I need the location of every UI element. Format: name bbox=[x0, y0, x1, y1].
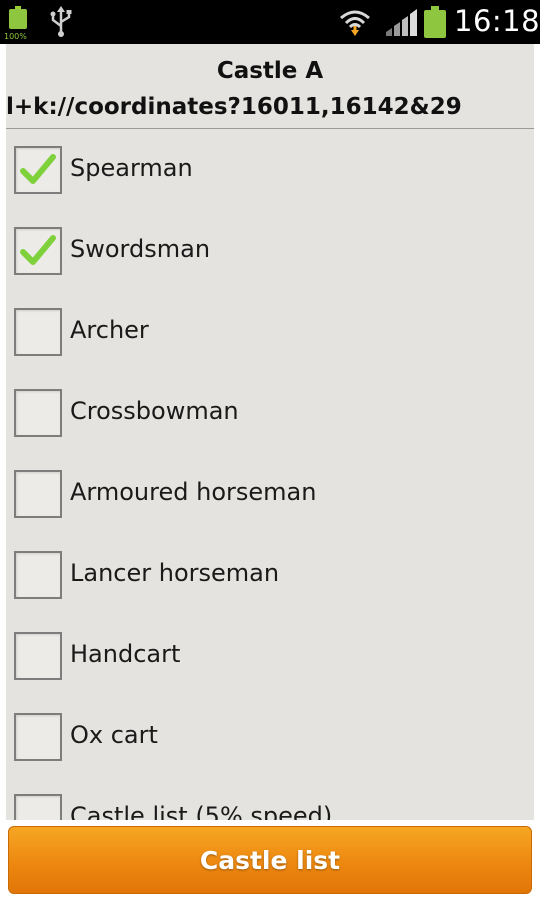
usb-icon bbox=[50, 6, 72, 37]
unit-item-spearman[interactable]: Spearman bbox=[6, 134, 534, 215]
unit-label: Spearman bbox=[70, 154, 193, 182]
unit-label: Lancer horseman bbox=[70, 559, 280, 587]
unit-label: Swordsman bbox=[70, 235, 211, 263]
unit-item-ox-cart[interactable]: Ox cart bbox=[6, 701, 534, 782]
checkmark-icon bbox=[20, 235, 56, 265]
unit-label: Armoured horseman bbox=[70, 478, 317, 506]
unit-checkbox[interactable] bbox=[14, 389, 62, 437]
unit-selection-panel: Castle A l+k://coordinates?16011,16142&2… bbox=[6, 44, 534, 820]
unit-label: Handcart bbox=[70, 640, 181, 668]
header-divider bbox=[6, 128, 534, 129]
unit-list: Spearman Swordsman Archer Crossbowman Ar… bbox=[6, 134, 534, 820]
unit-item-armoured-horseman[interactable]: Armoured horseman bbox=[6, 458, 534, 539]
unit-label: Archer bbox=[70, 316, 149, 344]
unit-item-handcart[interactable]: Handcart bbox=[6, 620, 534, 701]
unit-checkbox[interactable] bbox=[14, 308, 62, 356]
unit-checkbox[interactable] bbox=[14, 227, 62, 275]
unit-checkbox[interactable] bbox=[14, 551, 62, 599]
unit-item-crossbowman[interactable]: Crossbowman bbox=[6, 377, 534, 458]
battery-full-icon: 100% bbox=[4, 6, 28, 41]
unit-checkbox[interactable] bbox=[14, 470, 62, 518]
footer-bar: Castle list bbox=[0, 820, 540, 900]
unit-checkbox[interactable] bbox=[14, 632, 62, 680]
battery-percent-label: 100% bbox=[4, 32, 27, 41]
unit-label: Castle list (5% speed) bbox=[70, 802, 333, 820]
unit-item-swordsman[interactable]: Swordsman bbox=[6, 215, 534, 296]
battery-icon bbox=[424, 6, 446, 38]
unit-checkbox[interactable] bbox=[14, 713, 62, 761]
unit-checkbox[interactable] bbox=[14, 794, 62, 820]
unit-checkbox[interactable] bbox=[14, 146, 62, 194]
unit-item-archer[interactable]: Archer bbox=[6, 296, 534, 377]
wifi-icon bbox=[340, 10, 370, 36]
unit-item-lancer-horseman[interactable]: Lancer horseman bbox=[6, 539, 534, 620]
coordinates-link: l+k://coordinates?16011,16142&29 bbox=[6, 94, 462, 120]
status-bar: 100% 16:18 bbox=[0, 0, 540, 44]
unit-label: Ox cart bbox=[70, 721, 158, 749]
signal-strength-icon bbox=[386, 9, 417, 36]
unit-label: Crossbowman bbox=[70, 397, 239, 425]
page-title: Castle A bbox=[216, 58, 324, 84]
unit-item-castle-list[interactable]: Castle list (5% speed) bbox=[6, 782, 534, 820]
clock-time: 16:18 bbox=[454, 4, 540, 38]
checkmark-icon bbox=[20, 154, 56, 184]
castle-list-button[interactable]: Castle list bbox=[8, 826, 532, 894]
